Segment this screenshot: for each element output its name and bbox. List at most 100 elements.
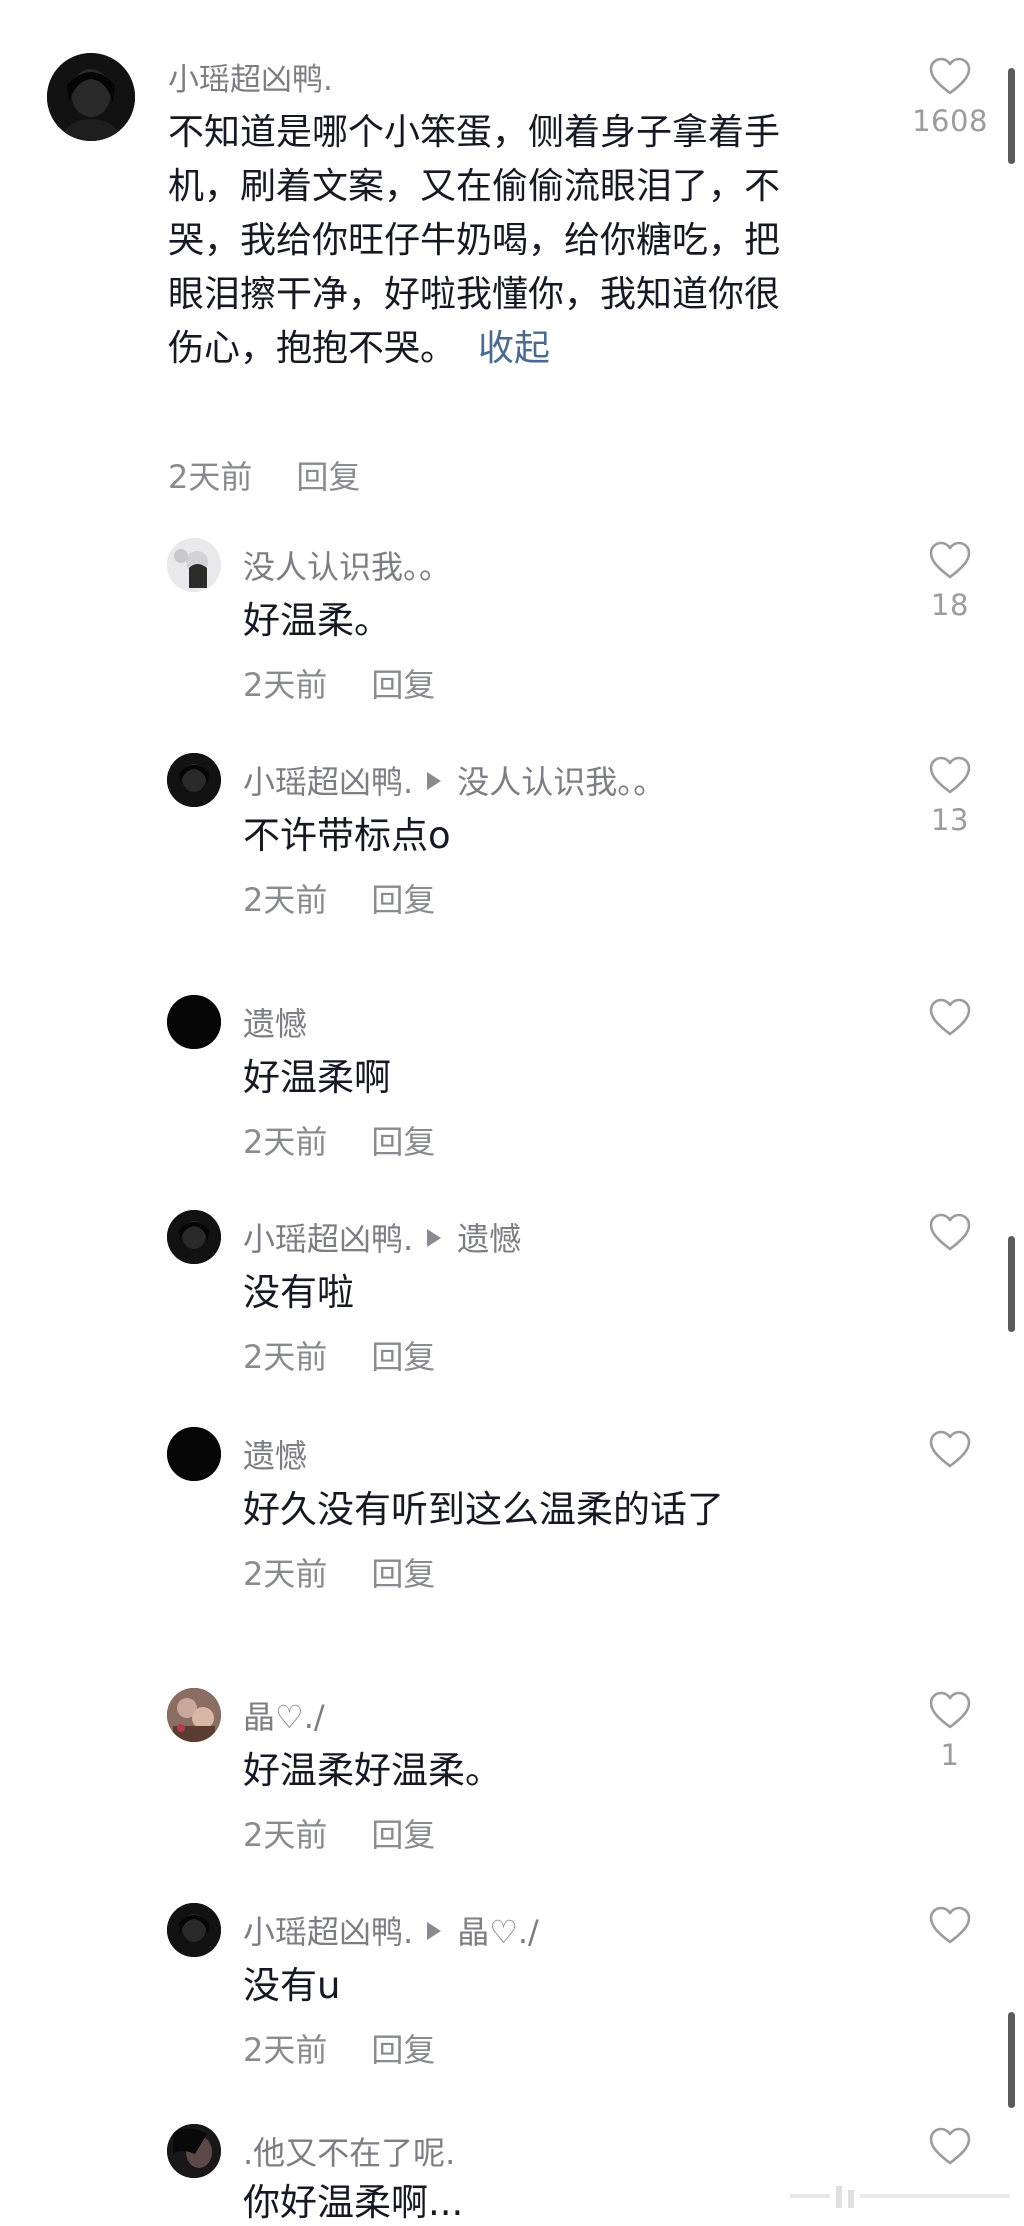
like-button[interactable] — [898, 1429, 1002, 1477]
avatar[interactable] — [167, 1427, 221, 1481]
reply-time: 2天前 — [243, 2031, 328, 2069]
scrollbar-thumb[interactable] — [1008, 2012, 1015, 2108]
reply-button[interactable]: 回复 — [371, 2031, 435, 2069]
reply-author[interactable]: 遗憾 — [243, 1005, 307, 1043]
like-count: 1608 — [912, 104, 988, 138]
reply-meta: 2天前 回复 — [243, 1810, 435, 1856]
reply-username[interactable]: 遗憾 — [243, 999, 307, 1045]
avatar-dark-portrait-icon — [167, 1903, 221, 1957]
reply-author[interactable]: 没人认识我。。 — [243, 548, 451, 586]
like-button[interactable]: 1 — [898, 1690, 1002, 1772]
reply-button[interactable]: 回复 — [371, 1338, 435, 1376]
avatar-dark-portrait-icon — [167, 1210, 221, 1264]
reply-author[interactable]: 遗憾 — [243, 1437, 307, 1475]
avatar[interactable] — [167, 753, 221, 807]
triangle-right-icon — [427, 1922, 442, 1940]
reply-to-user[interactable]: 晶♡./ — [457, 1913, 539, 1951]
reply-meta: 2天前 回复 — [243, 2025, 435, 2071]
heart-outline-icon — [929, 1906, 971, 1944]
heart-outline-icon — [929, 541, 971, 579]
reply-to-user[interactable]: 遗憾 — [457, 1220, 521, 1258]
like-count: 18 — [931, 588, 969, 622]
comment-username[interactable]: 小瑶超凶鸭. — [168, 54, 333, 99]
like-button[interactable] — [898, 1212, 1002, 1260]
avatar[interactable] — [167, 995, 221, 1049]
reply-author[interactable]: .他又不在了呢. — [243, 2134, 455, 2172]
avatar-dark-photo-icon — [167, 2124, 221, 2178]
avatar-photo-icon — [167, 1688, 221, 1742]
reply-meta: 2天前 回复 — [243, 1332, 435, 1378]
reply-text: 没有啦 — [243, 1271, 354, 1314]
reply-username[interactable]: 没人认识我。。 — [243, 542, 451, 588]
reply-text: 好温柔好温柔。 — [243, 1749, 502, 1792]
like-button[interactable] — [898, 997, 1002, 1045]
like-button[interactable]: 13 — [898, 755, 1002, 837]
avatar[interactable] — [167, 1210, 221, 1264]
scrollbar-thumb[interactable] — [1008, 1236, 1015, 1332]
avatar[interactable] — [47, 53, 135, 141]
reply-author[interactable]: 晶♡./ — [243, 1698, 325, 1736]
avatar-black-icon — [167, 1427, 221, 1481]
comment-meta: 2天前 回复 — [168, 452, 360, 498]
avatar[interactable] — [167, 2124, 221, 2178]
reply-meta: 2天前 回复 — [243, 875, 435, 921]
triangle-right-icon — [427, 772, 442, 790]
reply-time: 2天前 — [243, 666, 328, 704]
reply-meta: 2天前 回复 — [243, 1549, 435, 1595]
like-count: 1 — [940, 1738, 960, 1772]
reply-username[interactable]: .他又不在了呢. — [243, 2128, 455, 2174]
avatar-black-icon — [167, 995, 221, 1049]
avatar-dark-portrait-icon — [47, 53, 135, 141]
reply-text: 好温柔啊 — [243, 1056, 391, 1099]
reply-time: 2天前 — [243, 881, 328, 919]
like-button[interactable] — [898, 1905, 1002, 1953]
reply-text: 不许带标点o — [243, 814, 451, 857]
reply-username[interactable]: 小瑶超凶鸭. 没人认识我。。 — [243, 757, 665, 803]
reply-button[interactable]: 回复 — [371, 881, 435, 919]
comment-time: 2天前 — [168, 458, 253, 496]
like-button[interactable] — [898, 2126, 1002, 2166]
reply-text: 好温柔。 — [243, 599, 391, 642]
like-count: 13 — [931, 803, 969, 837]
reply-author[interactable]: 小瑶超凶鸭. — [243, 1913, 413, 1951]
reply-username[interactable]: 遗憾 — [243, 1431, 307, 1477]
comment-text: 不知道是哪个小笨蛋，侧着身子拿着手机，刷着文案，又在偷偷流眼泪了，不哭，我给你旺… — [168, 106, 808, 376]
collapse-link[interactable]: 收起 — [478, 328, 550, 369]
watermark-icon — [790, 2186, 1010, 2208]
reply-button[interactable]: 回复 — [296, 458, 360, 496]
heart-outline-icon — [929, 756, 971, 794]
reply-button[interactable]: 回复 — [371, 666, 435, 704]
scrollbar-thumb[interactable] — [1008, 68, 1015, 164]
reply-author[interactable]: 小瑶超凶鸭. — [243, 763, 413, 801]
reply-button[interactable]: 回复 — [371, 1123, 435, 1161]
avatar[interactable] — [167, 538, 221, 592]
like-button[interactable]: 1608 — [898, 56, 1002, 138]
reply-author[interactable]: 小瑶超凶鸭. — [243, 1220, 413, 1258]
reply-time: 2天前 — [243, 1338, 328, 1376]
triangle-right-icon — [427, 1229, 442, 1247]
heart-outline-icon — [929, 1430, 971, 1468]
reply-button[interactable]: 回复 — [371, 1816, 435, 1854]
reply-username[interactable]: 晶♡./ — [243, 1692, 325, 1738]
reply-username[interactable]: 小瑶超凶鸭. 遗憾 — [243, 1214, 521, 1260]
heart-outline-icon — [929, 57, 971, 95]
reply-to-user[interactable]: 没人认识我。。 — [457, 763, 665, 801]
reply-time: 2天前 — [243, 1123, 328, 1161]
heart-outline-icon — [929, 998, 971, 1036]
reply-meta: 2天前 回复 — [243, 1117, 435, 1163]
reply-time: 2天前 — [243, 1816, 328, 1854]
reply-text: 好久没有听到这么温柔的话了 — [243, 1488, 724, 1531]
reply-username[interactable]: 小瑶超凶鸭. 晶♡./ — [243, 1907, 539, 1953]
like-button[interactable]: 18 — [898, 540, 1002, 622]
reply-button[interactable]: 回复 — [371, 1555, 435, 1593]
avatar-dark-portrait-icon — [167, 753, 221, 807]
heart-outline-icon — [929, 1213, 971, 1251]
reply-time: 2天前 — [243, 1555, 328, 1593]
reply-text: 没有u — [243, 1964, 341, 2007]
avatar[interactable] — [167, 1688, 221, 1742]
heart-outline-icon — [929, 1691, 971, 1729]
reply-meta: 2天前 回复 — [243, 660, 435, 706]
comment-text-body: 不知道是哪个小笨蛋，侧着身子拿着手机，刷着文案，又在偷偷流眼泪了，不哭，我给你旺… — [168, 112, 781, 369]
heart-outline-icon — [929, 2127, 971, 2165]
avatar[interactable] — [167, 1903, 221, 1957]
